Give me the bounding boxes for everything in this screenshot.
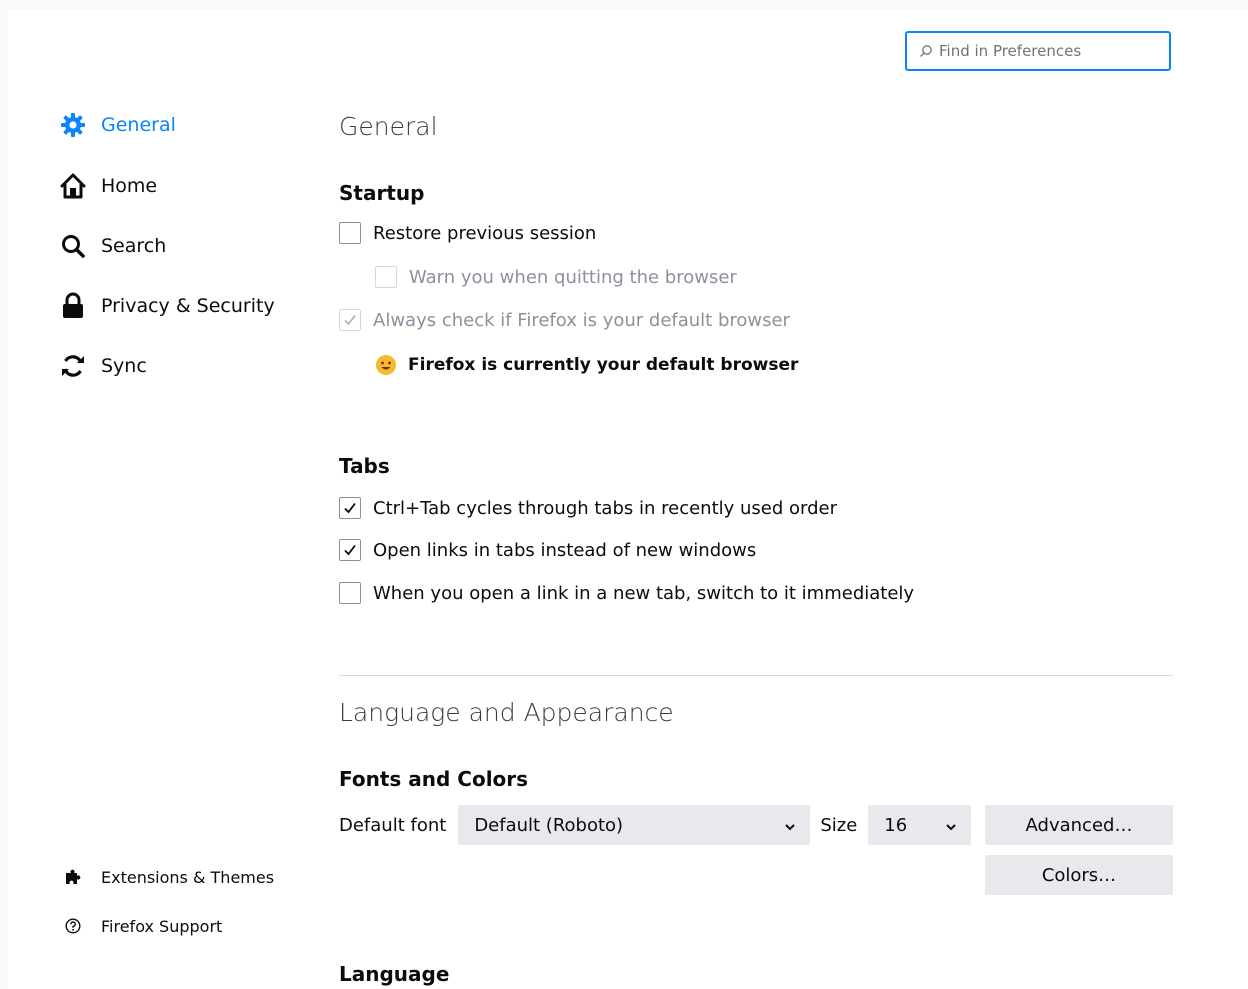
checkbox-box[interactable] [339, 222, 361, 244]
checkbox-label: Restore previous session [373, 222, 597, 244]
size-label: Size [820, 814, 858, 836]
open-links-checkbox[interactable]: Open links in tabs instead of new window… [339, 539, 756, 561]
sidebar-item-general[interactable]: General [58, 107, 176, 143]
search-field[interactable] [905, 31, 1171, 71]
checkbox-label: Warn you when quitting the browser [409, 266, 737, 288]
checkmark-icon [344, 315, 356, 326]
sidebar-item-label: Sync [101, 355, 147, 377]
checkbox-box[interactable] [339, 497, 361, 519]
restore-session-checkbox[interactable]: Restore previous session [339, 222, 596, 244]
language-heading: Language [339, 962, 450, 986]
colors-button[interactable]: Colors… [985, 855, 1173, 895]
startup-heading: Startup [339, 181, 425, 205]
advanced-fonts-button[interactable]: Advanced… [985, 805, 1173, 845]
chevron-down-icon [945, 815, 957, 836]
sidebar-item-home[interactable]: Home [58, 168, 157, 204]
firefox-support-link[interactable]: Firefox Support [63, 911, 222, 941]
chevron-down-icon [784, 815, 796, 836]
font-size-value: 16 [884, 814, 908, 836]
checkbox-box[interactable] [339, 582, 361, 604]
search-input[interactable] [939, 42, 1159, 60]
checkbox-label: When you open a link in a new tab, switc… [373, 582, 915, 604]
default-browser-checkbox[interactable]: Always check if Firefox is your default … [339, 309, 790, 331]
sidebar-item-label: Privacy & Security [101, 295, 275, 317]
lock-icon [58, 291, 88, 321]
section-divider [339, 675, 1173, 676]
ctrl-tab-checkbox[interactable]: Ctrl+Tab cycles through tabs in recently… [339, 497, 837, 519]
help-icon [63, 916, 83, 936]
footer-item-label: Firefox Support [101, 916, 223, 936]
sidebar-item-search[interactable]: Search [58, 228, 166, 264]
appearance-title: Language and Appearance [339, 698, 674, 727]
magnifier-icon [58, 231, 88, 261]
smiley-icon [375, 354, 397, 376]
font-settings-row: Default font Default (Roboto) Size 16 [339, 805, 972, 845]
checkmark-icon [344, 502, 356, 514]
switch-tab-checkbox[interactable]: When you open a link in a new tab, switc… [339, 582, 914, 604]
checkbox-label: Always check if Firefox is your default … [373, 309, 790, 331]
footer-item-label: Extensions & Themes [101, 867, 275, 887]
default-font-select[interactable]: Default (Roboto) [458, 805, 811, 845]
sidebar-item-label: General [101, 114, 176, 136]
sidebar-item-label: Search [101, 235, 167, 257]
fonts-colors-heading: Fonts and Colors [339, 767, 529, 791]
sidebar-item-sync[interactable]: Sync [58, 348, 147, 384]
default-status-text: Firefox is currently your default browse… [408, 355, 799, 375]
preferences-page: General Home Search Privacy & Se [8, 10, 1248, 989]
page-title: General [339, 112, 438, 141]
checkbox-label: Open links in tabs instead of new window… [373, 539, 757, 561]
default-browser-status: Firefox is currently your default browse… [375, 354, 798, 376]
extensions-themes-link[interactable]: Extensions & Themes [63, 862, 274, 892]
sync-icon [58, 351, 88, 381]
warn-quit-checkbox[interactable]: Warn you when quitting the browser [375, 266, 737, 288]
puzzle-icon [63, 867, 83, 887]
checkbox-box[interactable] [339, 539, 361, 561]
checkbox-box[interactable] [375, 266, 397, 288]
checkbox-box[interactable] [339, 309, 361, 331]
home-icon [58, 171, 88, 201]
checkmark-icon [344, 544, 356, 556]
sidebar-item-label: Home [101, 175, 158, 197]
checkbox-label: Ctrl+Tab cycles through tabs in recently… [373, 497, 838, 519]
font-size-select[interactable]: 16 [868, 805, 972, 845]
search-icon [919, 44, 933, 58]
gear-icon [58, 110, 88, 140]
sidebar-item-privacy[interactable]: Privacy & Security [58, 288, 275, 324]
default-font-value: Default (Roboto) [474, 814, 624, 836]
default-font-label: Default font [339, 814, 447, 836]
tabs-heading: Tabs [339, 454, 390, 478]
